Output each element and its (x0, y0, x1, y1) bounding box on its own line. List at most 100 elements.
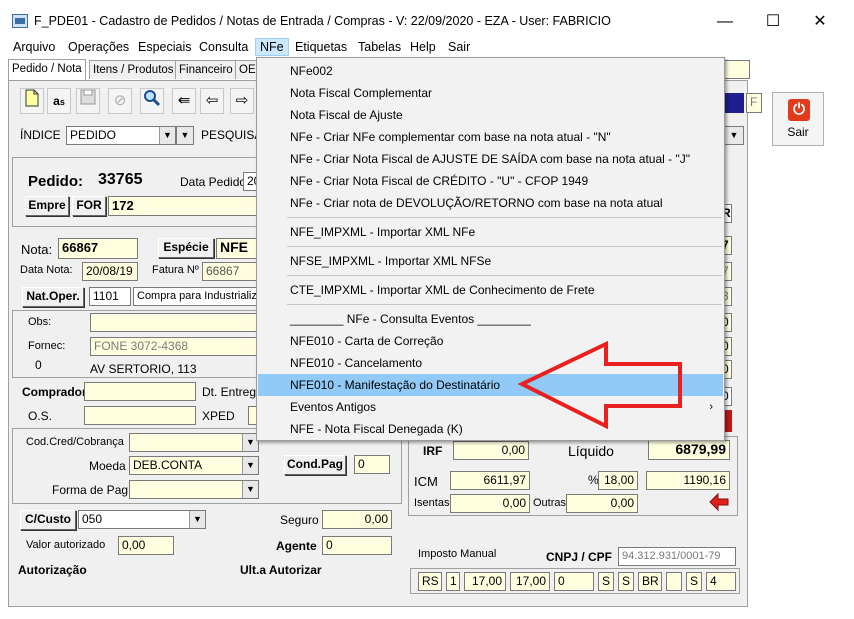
sair-button[interactable]: ⏻ Sair (772, 92, 824, 146)
irf-field[interactable]: 0,00 (453, 441, 529, 460)
moeda-select[interactable]: DEB.CONTA ▼ (129, 456, 259, 475)
menu-sair[interactable]: Sair (448, 40, 470, 54)
flag-field[interactable]: F (746, 93, 762, 113)
for-field[interactable]: 172 (108, 196, 257, 216)
tab-financeiro[interactable]: Financeiro (175, 60, 237, 79)
menu-separator (287, 217, 722, 218)
fornec-phone-field[interactable]: FONE 3072-4368 (90, 337, 257, 356)
menu-item-criar-complementar[interactable]: NFe - Criar NFe complementar com base na… (258, 126, 723, 148)
condpag-button[interactable]: Cond.Pag (284, 455, 346, 475)
color-indicator (724, 93, 744, 113)
data-pedido-field[interactable]: 20 (243, 172, 257, 191)
prev-icon[interactable]: ⇦ (200, 88, 224, 114)
isentas-field[interactable]: 0,00 (450, 494, 530, 513)
agente-label: Agente (276, 539, 317, 553)
obs-field[interactable] (90, 313, 257, 332)
menu-item-importar-xml-nfe[interactable]: NFE_IMPXML - Importar XML NFe (258, 221, 723, 243)
os-field[interactable] (84, 406, 196, 425)
agente-field[interactable]: 0 (322, 536, 392, 555)
pedido-group (12, 157, 257, 227)
search-icon[interactable] (140, 88, 164, 114)
tab-pedido-nota[interactable]: Pedido / Nota (8, 59, 86, 80)
arrow-left-icon[interactable] (708, 491, 730, 513)
liquido-label: Líquido (568, 443, 614, 459)
data-pedido-label: Data Pedido (180, 175, 247, 189)
imposto-field-8[interactable] (666, 572, 682, 591)
menu-item-consulta-eventos[interactable]: ________ NFe - Consulta Eventos ________ (258, 308, 723, 330)
menu-operacoes[interactable]: Operações (68, 40, 129, 54)
imposto-field-1[interactable]: 1 (446, 572, 460, 591)
natoper-button[interactable]: Nat.Oper. (22, 287, 84, 307)
menu-item-criar-devolucao[interactable]: NFe - Criar nota de DEVOLUÇÃO/RETORNO co… (258, 192, 723, 214)
menu-etiquetas[interactable]: Etiquetas (295, 40, 347, 54)
close-button[interactable]: ✕ (797, 8, 843, 36)
os-label: O.S. (28, 409, 53, 423)
icm-base-field[interactable]: 6611,97 (450, 471, 530, 490)
imposto-uf-field[interactable]: RS (418, 572, 442, 591)
menu-item-importar-xml-nfse[interactable]: NFSE_IMPXML - Importar XML NFSe (258, 250, 723, 272)
menu-item-nf-complementar[interactable]: Nota Fiscal Complementar (258, 82, 723, 104)
especie-button[interactable]: Espécie (158, 238, 214, 258)
cancel-icon[interactable]: ⊘ (108, 88, 132, 114)
maximize-button[interactable]: ☐ (750, 8, 796, 36)
menu-tabelas[interactable]: Tabelas (358, 40, 401, 54)
menu-arquivo[interactable]: Arquivo (13, 40, 55, 54)
comprador-label: Comprador (22, 385, 87, 399)
pct-field[interactable]: 18,00 (598, 471, 638, 490)
comprador-field[interactable] (84, 382, 196, 401)
valor-autorizado-field[interactable]: 0,00 (118, 536, 174, 555)
imposto-field-3[interactable]: 17,00 (510, 572, 550, 591)
chevron-down-icon: ▼ (725, 127, 743, 144)
tab-itens-produtos[interactable]: Itens / Produtos (89, 60, 178, 79)
imposto-field-5[interactable]: S (598, 572, 614, 591)
especie-field[interactable]: NFE (216, 238, 257, 259)
forma-pag-select[interactable]: ▼ (129, 480, 259, 499)
imposto-field-2[interactable]: 17,00 (464, 572, 506, 591)
obs-label: Obs: (28, 316, 52, 328)
chevron-down-icon: ▼ (242, 481, 258, 498)
edit-icon[interactable]: as (47, 88, 71, 114)
menu-item-nf-ajuste[interactable]: Nota Fiscal de Ajuste (258, 104, 723, 126)
imposto-field-9[interactable]: S (686, 572, 702, 591)
app-icon (12, 14, 28, 28)
dt-entrega-label: Dt. Entrega (202, 385, 263, 399)
pesquisa-dropdown[interactable]: ▼ (724, 126, 744, 145)
imposto-field-7[interactable]: BR (638, 572, 662, 591)
new-document-icon[interactable] (20, 88, 44, 114)
seguro-field[interactable]: 0,00 (322, 510, 392, 529)
index-select[interactable]: PEDIDO ▼ (66, 126, 176, 145)
custo-button[interactable]: C/Custo (20, 510, 76, 530)
condpag-field[interactable]: 0 (354, 455, 390, 474)
data-nota-field[interactable]: 20/08/19 (82, 262, 138, 281)
nota-field[interactable]: 66867 (58, 238, 138, 259)
outras-field[interactable]: 0,00 (566, 494, 638, 513)
imposto-field-4[interactable]: 0 (554, 572, 594, 591)
for-button[interactable]: FOR (72, 196, 106, 216)
menu-item-nfe002[interactable]: NFe002 (258, 60, 723, 82)
natoper-desc-field[interactable]: Compra para Industrializa (133, 287, 257, 306)
save-icon[interactable] (76, 88, 100, 114)
icm-value-field[interactable]: 1190,16 (646, 471, 730, 490)
menu-help[interactable]: Help (410, 40, 436, 54)
custo-select[interactable]: 050 ▼ (78, 510, 206, 529)
index-dropdown-button[interactable]: ▼ (176, 126, 194, 145)
imposto-field-6[interactable]: S (618, 572, 634, 591)
next-icon[interactable]: ⇨ (230, 88, 254, 114)
sair-label: Sair (787, 125, 809, 139)
menu-nfe[interactable]: NFe (255, 38, 289, 56)
imposto-field-10[interactable]: 4 (706, 572, 736, 591)
cnpj-field[interactable]: 94.312.931/0001-79 (618, 547, 736, 566)
minimize-button[interactable]: — (702, 8, 748, 36)
empre-button[interactable]: Empre (25, 196, 69, 216)
menu-especiais[interactable]: Especiais (138, 40, 192, 54)
first-icon[interactable]: ⇚ (172, 88, 196, 114)
menu-item-criar-credito[interactable]: NFe - Criar Nota Fiscal de CRÉDITO - "U"… (258, 170, 723, 192)
liquido-field[interactable]: 6879,99 (648, 440, 730, 460)
menu-consulta[interactable]: Consulta (199, 40, 248, 54)
menu-item-importar-xml-cte[interactable]: CTE_IMPXML - Importar XML de Conheciment… (258, 279, 723, 301)
cod-cred-select[interactable]: ▼ (129, 433, 259, 452)
menu-separator (287, 304, 722, 305)
natoper-code-field[interactable]: 1101 (89, 287, 131, 306)
menu-item-criar-ajuste-saida[interactable]: NFe - Criar Nota Fiscal de AJUSTE DE SAÍ… (258, 148, 723, 170)
fatura-field[interactable]: 66867 (202, 262, 257, 281)
